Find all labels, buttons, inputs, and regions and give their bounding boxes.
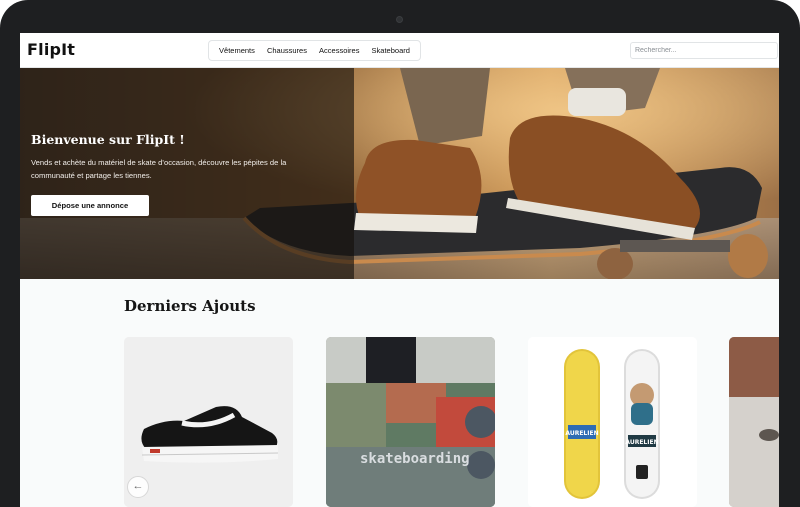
arrow-left-icon[interactable]: ← xyxy=(127,476,149,498)
logo[interactable]: FlipIt xyxy=(27,40,75,59)
skatepark-image xyxy=(729,337,779,507)
deck-print-text: skateboarding xyxy=(360,451,470,467)
graffiti-deck-image: skateboarding xyxy=(326,337,495,507)
post-listing-button[interactable]: Dépose une annonce xyxy=(31,195,149,216)
product-card-graffiti-deck[interactable]: skateboarding xyxy=(326,337,495,507)
device-frame: FlipIt Vêtements Chaussures Accessoires … xyxy=(0,0,800,507)
sneaker-image xyxy=(124,337,293,507)
product-card-sneaker[interactable] xyxy=(124,337,293,507)
navbar: FlipIt Vêtements Chaussures Accessoires … xyxy=(20,33,779,68)
hero-banner: Bienvenue sur FlipIt ! Vends et achète d… xyxy=(20,68,779,279)
nav-link-chaussures[interactable]: Chaussures xyxy=(267,46,307,55)
search-input[interactable] xyxy=(630,42,778,59)
deck-left-text: AURELIEN xyxy=(565,430,598,437)
latest-section-title: Derniers Ajouts xyxy=(124,297,256,315)
product-card-skatepark[interactable] xyxy=(729,337,779,507)
nav-link-vetements[interactable]: Vêtements xyxy=(219,46,255,55)
main-nav: Vêtements Chaussures Accessoires Skatebo… xyxy=(208,40,421,61)
nav-link-accessoires[interactable]: Accessoires xyxy=(319,46,359,55)
deck-right-text: AURELIEN xyxy=(625,439,658,446)
nav-link-skateboard[interactable]: Skateboard xyxy=(372,46,410,55)
two-decks-image: AURELIEN AURELIEN xyxy=(528,337,697,507)
product-card-two-decks[interactable]: AURELIEN AURELIEN xyxy=(528,337,697,507)
hero-description: Vends et achète du matériel de skate d’o… xyxy=(31,158,287,180)
hero-title: Bienvenue sur FlipIt ! xyxy=(31,132,185,147)
camera-icon xyxy=(396,16,403,23)
browser-screen: FlipIt Vêtements Chaussures Accessoires … xyxy=(20,33,779,507)
